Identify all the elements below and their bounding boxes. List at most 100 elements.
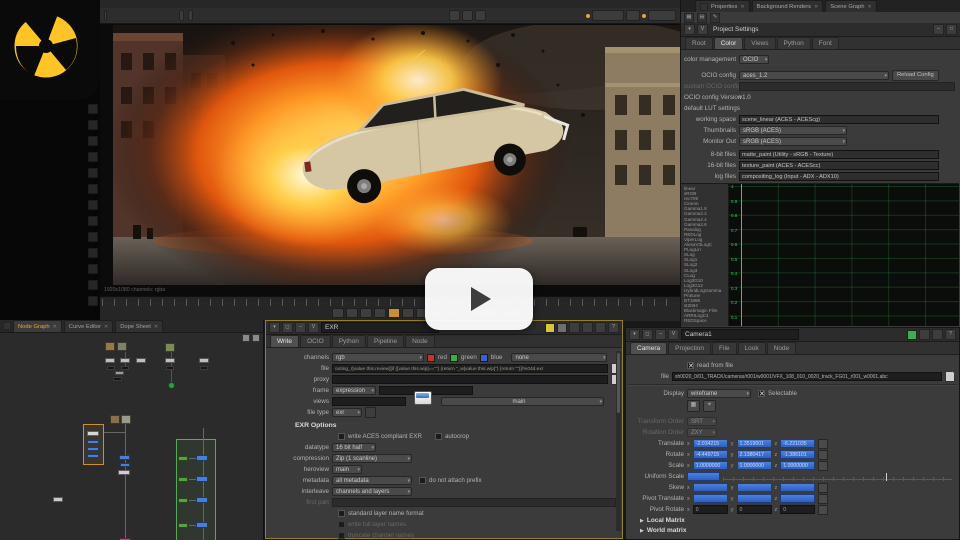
node-curve-icon[interactable]: V <box>668 329 679 340</box>
viewer-gain-dropdown[interactable] <box>592 10 624 21</box>
viewer-fit-button[interactable] <box>462 10 473 21</box>
viewer-proxy-button[interactable] <box>475 10 486 21</box>
graph-node[interactable] <box>118 470 130 475</box>
tool-time-icon[interactable] <box>88 136 98 146</box>
video-play-overlay[interactable] <box>425 268 533 330</box>
tab-dope-sheet[interactable]: Dope Sheet ✕ <box>115 320 163 332</box>
tab-python[interactable]: Python <box>332 335 366 347</box>
minimize-icon[interactable]: – <box>933 24 944 35</box>
graph-node[interactable] <box>165 343 175 352</box>
stack-icon[interactable]: ▤ <box>697 13 707 23</box>
transform-x-field[interactable]: 0 <box>693 505 728 514</box>
graph-node[interactable] <box>53 497 63 502</box>
first-part-field[interactable] <box>332 498 616 507</box>
channels-dropdown[interactable]: rgb▾ <box>332 353 424 362</box>
red-channel-checkbox[interactable] <box>427 354 435 362</box>
tab-node-graph[interactable]: Node Graph ✕ <box>13 320 62 332</box>
views-field[interactable] <box>332 397 406 406</box>
center-node-icon[interactable]: ◻ <box>282 322 293 333</box>
file-type-help-icon[interactable] <box>365 407 376 418</box>
frame-mode-dropdown[interactable]: expression▾ <box>332 386 376 395</box>
transform-y-field[interactable]: 1.3519001 <box>737 439 772 448</box>
tab-camera[interactable]: Camera <box>630 342 667 354</box>
monitor-out-dropdown[interactable]: sRGB (ACES)▾ <box>739 137 847 146</box>
tool-particles-icon[interactable] <box>88 264 98 274</box>
step-back-button[interactable] <box>360 308 372 318</box>
gl-color-swatch[interactable] <box>557 323 567 333</box>
graph-node[interactable] <box>178 477 188 482</box>
collapse-icon[interactable]: ▾ <box>269 322 280 333</box>
tab-curve-editor[interactable]: Curve Editor ✕ <box>64 320 113 332</box>
animation-menu-button[interactable] <box>818 439 828 449</box>
uniform-scale-slider[interactable] <box>723 473 952 481</box>
center-node-icon[interactable]: ◻ <box>642 329 653 340</box>
graph-node[interactable] <box>166 366 174 370</box>
tool-deep-icon[interactable] <box>88 280 98 290</box>
viewer-channels-dropdown[interactable] <box>179 10 184 21</box>
tab-node[interactable]: Node <box>767 342 797 354</box>
lut-list[interactable]: linearsRGBrec709CineonGamma1.8Gamma2.2Ga… <box>681 184 728 326</box>
standard-layer-name-checkbox[interactable] <box>338 510 345 517</box>
play-forward-button[interactable] <box>402 308 414 318</box>
graph-node[interactable] <box>107 366 115 370</box>
transform-y-field[interactable]: 2.1380417 <box>737 450 772 459</box>
graph-node[interactable] <box>87 454 99 458</box>
transform-y-field[interactable] <box>737 494 772 503</box>
file-type-dropdown[interactable]: exr▾ <box>332 408 362 417</box>
undo-icon[interactable] <box>932 329 943 340</box>
close-icon[interactable]: ✕ <box>104 324 108 330</box>
color-management-dropdown[interactable]: OCIO▾ <box>739 55 769 64</box>
green-channel-checkbox[interactable] <box>450 354 458 362</box>
animation-menu-button[interactable] <box>818 450 828 460</box>
graph-node[interactable] <box>87 431 99 436</box>
graph-node[interactable] <box>105 342 115 351</box>
close-icon[interactable]: ✕ <box>53 324 57 330</box>
write-scrollbar[interactable] <box>616 351 621 531</box>
views-dropdown[interactable]: main▾ <box>441 397 604 406</box>
graph-node[interactable] <box>196 455 208 461</box>
tab-pipeline[interactable]: Pipeline <box>367 335 404 347</box>
tab-properties[interactable]: Properties ✕ <box>695 0 750 12</box>
world-matrix-expander[interactable]: World matrix <box>647 527 687 534</box>
proxy-field[interactable] <box>332 375 608 384</box>
transform-order-dropdown[interactable]: SRT▾ <box>687 417 717 426</box>
graph-node[interactable] <box>87 440 99 444</box>
redo-icon[interactable] <box>595 322 606 333</box>
graph-node[interactable] <box>120 358 130 363</box>
datatype-dropdown[interactable]: 16 bit half▾ <box>332 443 376 452</box>
16bit-files-field[interactable]: texture_paint (ACES - ACEScc) <box>739 161 939 170</box>
transform-z-field[interactable]: -1.386101 <box>780 450 815 459</box>
tool-draw-icon[interactable] <box>88 120 98 130</box>
aces-compliant-checkbox[interactable] <box>338 433 345 440</box>
no-prefix-checkbox[interactable] <box>419 477 426 484</box>
tool-image-icon[interactable] <box>88 104 98 114</box>
log-files-field[interactable]: compositing_log (Input - ADX - ADX10) <box>739 172 939 181</box>
graph-node[interactable] <box>119 455 130 460</box>
goto-start-button[interactable] <box>332 308 344 318</box>
truncate-names-checkbox[interactable] <box>338 532 345 539</box>
close-icon[interactable]: ✕ <box>867 4 871 10</box>
tab-background-renders[interactable]: Background Renders ✕ <box>752 0 824 12</box>
transform-z-field[interactable] <box>780 483 815 492</box>
graph-node[interactable] <box>113 377 122 381</box>
tab-look[interactable]: Look <box>738 342 766 354</box>
undo-icon[interactable] <box>582 322 593 333</box>
expander-triangle-icon[interactable]: ▶ <box>640 518 644 524</box>
extra-channels-dropdown[interactable]: none▾ <box>511 353 607 362</box>
transform-z-field[interactable]: 1.0000000 <box>780 461 815 470</box>
tab-color[interactable]: Color <box>714 37 744 49</box>
graph-node[interactable] <box>168 382 175 389</box>
close-icon[interactable]: ✕ <box>740 4 744 10</box>
graph-node[interactable] <box>120 463 130 467</box>
graph-node[interactable] <box>117 342 127 351</box>
graph-node[interactable] <box>110 415 120 424</box>
collapse-icon[interactable]: ▾ <box>629 329 640 340</box>
tab-root[interactable]: Root <box>685 37 713 49</box>
transform-x-field[interactable]: -2.034215 <box>693 439 728 448</box>
animation-menu-button[interactable] <box>818 483 828 493</box>
full-layer-names-checkbox[interactable] <box>338 521 345 528</box>
camera-file-browse-icon[interactable] <box>945 371 955 382</box>
graph-node[interactable] <box>165 358 175 363</box>
graph-node[interactable] <box>121 415 131 424</box>
interleave-dropdown[interactable]: channels and layers▾ <box>332 487 412 496</box>
